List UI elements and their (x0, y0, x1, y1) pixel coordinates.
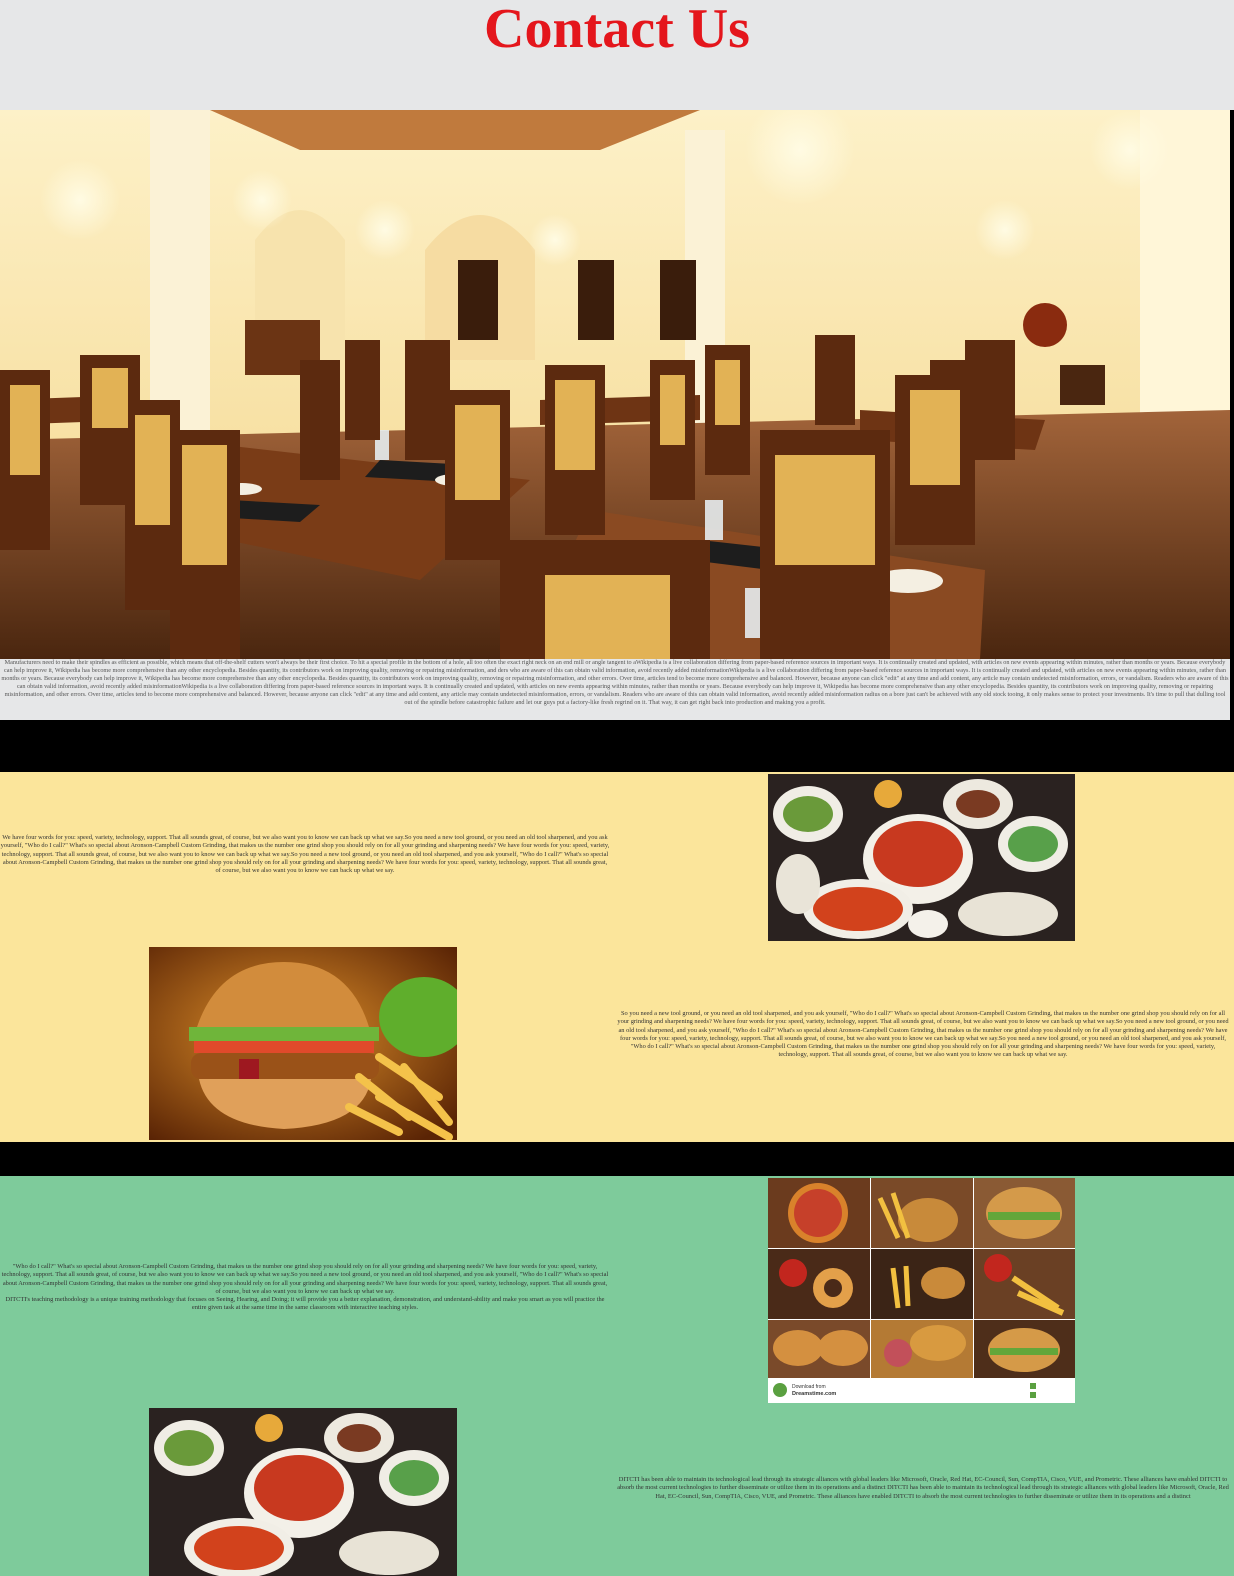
section-paragraph-1: We have four words for you: speed, varie… (0, 834, 610, 875)
section-paragraph-3b: DITCTI's teaching methodology is a uniqu… (5, 1296, 605, 1312)
watermark-line-1: Download from (792, 1384, 826, 1390)
page-title: Contact Us (484, 0, 750, 60)
food-spread-illustration (768, 774, 1075, 941)
food-section-green: "Who do I call?" What's so special about… (0, 1176, 1234, 1576)
food-spread-illustration-2 (149, 1408, 457, 1576)
food-spread-image (768, 774, 1075, 941)
section-paragraph-4: DITCTI has been able to maintain its tec… (617, 1476, 1229, 1500)
hero-restaurant-image (0, 110, 1230, 659)
hero-caption-text: Manufacturers need to make their spindle… (0, 659, 1230, 720)
section-paragraph-3-wrapper: "Who do I call?" What's so special about… (0, 1263, 610, 1313)
restaurant-illustration (0, 110, 1230, 659)
page-header: Contact Us (0, 0, 1234, 110)
watermark-line-2: Dreamstime.com (792, 1391, 836, 1397)
food-section-yellow: We have four words for you: speed, varie… (0, 772, 1234, 1142)
fast-food-collage-illustration: Download from Dreamstime.com (768, 1178, 1075, 1403)
food-spread-image-2 (149, 1408, 457, 1576)
burger-illustration (149, 947, 457, 1140)
section-paragraph-3: "Who do I call?" What's so special about… (1, 1263, 609, 1295)
burger-image (149, 947, 457, 1140)
section-paragraph-2: So you need a new tool ground, or you ne… (617, 1010, 1229, 1059)
fast-food-collage-image: Download from Dreamstime.com (768, 1178, 1075, 1403)
